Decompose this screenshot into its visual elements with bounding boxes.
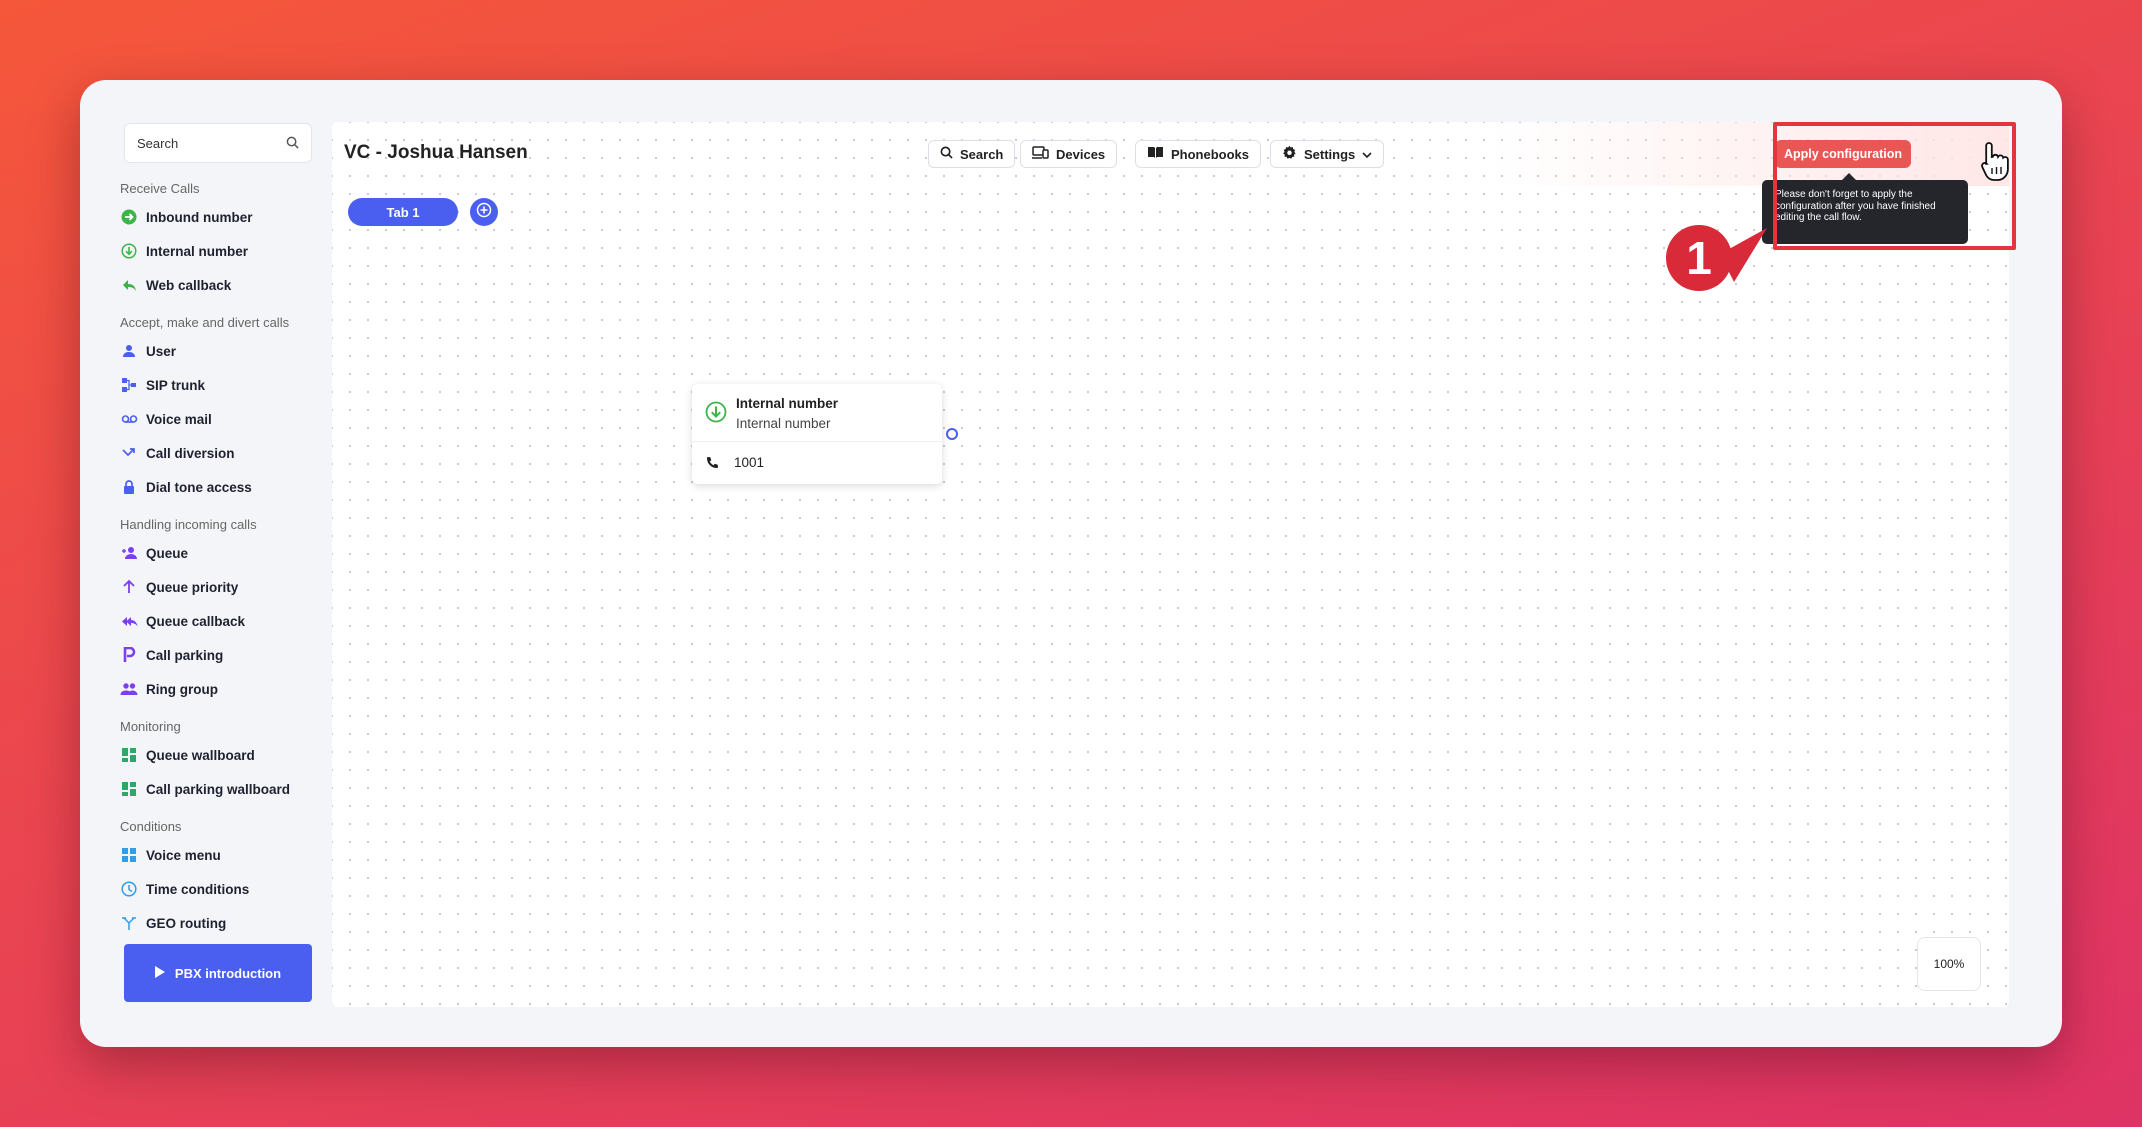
- node-title: Internal number: [736, 396, 839, 411]
- internal-number-icon: [705, 401, 727, 428]
- wallboard-icon: [120, 746, 138, 764]
- phonebooks-button[interactable]: Phonebooks: [1135, 140, 1262, 168]
- arrow-up-icon: [120, 578, 138, 596]
- sidebar-item-sip-trunk[interactable]: SIP trunk: [120, 368, 320, 402]
- section-title: Monitoring: [120, 719, 181, 734]
- sidebar-item-label: GEO routing: [146, 915, 227, 931]
- lock-icon: [120, 478, 138, 496]
- page-title: VC - Joshua Hansen: [344, 142, 528, 163]
- clock-icon: [120, 880, 138, 898]
- sidebar-item-label: Queue callback: [146, 613, 246, 629]
- sidebar-item-call-parking-wallboard[interactable]: Call parking wallboard: [120, 772, 320, 806]
- sidebar-item-voice-mail[interactable]: Voice mail: [120, 402, 320, 436]
- search-label: Search: [960, 146, 1004, 162]
- section-title: Accept, make and divert calls: [120, 315, 290, 330]
- sidebar-item-label: Voice menu: [146, 847, 221, 863]
- section-title: Conditions: [120, 819, 182, 834]
- sidebar-item-label: Voice mail: [146, 411, 212, 427]
- search-icon: [286, 136, 299, 152]
- sidebar-search-input[interactable]: Search: [124, 123, 312, 163]
- sidebar-item-label: SIP trunk: [146, 377, 206, 393]
- sidebar-item-label: Call parking: [146, 647, 224, 663]
- gear-icon: [1282, 145, 1297, 163]
- sidebar-item-label: Queue priority: [146, 579, 239, 595]
- wallboard-icon: [120, 780, 138, 798]
- inbound-icon: [120, 208, 138, 226]
- sidebar-item-web-callback[interactable]: Web callback: [120, 268, 320, 302]
- sidebar-item-label: Dial tone access: [146, 479, 252, 495]
- sidebar-item-dial-tone-access[interactable]: Dial tone access: [120, 470, 320, 504]
- sidebar-item-user[interactable]: User: [120, 334, 320, 368]
- callout-number: 1: [1686, 232, 1712, 284]
- zoom-level[interactable]: 100%: [1917, 937, 1981, 991]
- sidebar-search-placeholder: Search: [137, 136, 179, 151]
- sidebar-item-queue-callback[interactable]: Queue callback: [120, 604, 320, 638]
- sidebar-item-label: Inbound number: [146, 209, 253, 225]
- user-icon: [120, 342, 138, 360]
- pbx-introduction-label: PBX introduction: [174, 965, 282, 981]
- sidebar-item-label: User: [146, 343, 177, 359]
- queue-icon: [120, 544, 138, 562]
- play-icon: [154, 965, 165, 981]
- sidebar-item-queue-priority[interactable]: Queue priority: [120, 570, 320, 604]
- section-title: Handling incoming calls: [120, 517, 257, 532]
- sidebar-item-voice-menu[interactable]: Voice menu: [120, 838, 320, 872]
- parking-icon: [120, 646, 138, 664]
- call-diversion-icon: [120, 444, 138, 462]
- sidebar-item-geo-routing[interactable]: GEO routing: [120, 906, 320, 940]
- phonebooks-label: Phonebooks: [1171, 146, 1250, 162]
- add-tab-button[interactable]: [470, 198, 498, 226]
- node-body: 1001: [692, 442, 942, 484]
- voice-menu-icon: [120, 846, 138, 864]
- search-button[interactable]: Search: [928, 140, 1016, 168]
- sidebar-item-call-diversion[interactable]: Call diversion: [120, 436, 320, 470]
- queue-callback-icon: [120, 612, 138, 630]
- sidebar-item-label: Call parking wallboard: [146, 781, 291, 797]
- node-header: Internal number Internal number: [692, 384, 942, 442]
- sidebar-item-label: Time conditions: [146, 881, 250, 897]
- devices-icon: [1032, 146, 1049, 162]
- sidebar-item-label: Call diversion: [146, 445, 235, 461]
- sidebar-item-label: Queue wallboard: [146, 747, 255, 763]
- voicemail-icon: [120, 410, 138, 428]
- chevron-down-icon: [1362, 147, 1372, 162]
- sidebar-item-label: Web callback: [146, 277, 232, 293]
- plus-circle-icon: [476, 202, 492, 223]
- sidebar: Search Receive Calls Inbound number Inte…: [80, 80, 320, 1047]
- internal-number-node[interactable]: Internal number Internal number 1001: [692, 384, 942, 484]
- sidebar-item-label: Internal number: [146, 243, 249, 259]
- tab-1[interactable]: Tab 1: [348, 198, 458, 226]
- node-subtitle: Internal number: [736, 416, 831, 431]
- sidebar-item-label: Ring group: [146, 681, 218, 697]
- group-icon: [120, 680, 138, 698]
- settings-label: Settings: [1304, 146, 1356, 162]
- sidebar-item-internal-number[interactable]: Internal number: [120, 234, 320, 268]
- sidebar-item-inbound-number[interactable]: Inbound number: [120, 200, 320, 234]
- sip-trunk-icon: [120, 376, 138, 394]
- sidebar-item-label: Queue: [146, 545, 189, 561]
- sidebar-item-queue[interactable]: Queue: [120, 536, 320, 570]
- section-title: Receive Calls: [120, 181, 200, 196]
- node-number: 1001: [734, 455, 765, 470]
- devices-button[interactable]: Devices: [1020, 140, 1118, 168]
- search-icon: [940, 146, 953, 162]
- sidebar-item-call-parking[interactable]: Call parking: [120, 638, 320, 672]
- phonebook-icon: [1147, 146, 1164, 162]
- internal-number-icon: [120, 242, 138, 260]
- hand-cursor-icon: [1981, 142, 2009, 181]
- geo-routing-icon: [120, 914, 138, 932]
- settings-dropdown[interactable]: Settings: [1270, 140, 1385, 168]
- phone-icon: [705, 456, 719, 475]
- pbx-introduction-button[interactable]: PBX introduction: [124, 944, 312, 1002]
- sidebar-list: Receive Calls Inbound number Internal nu…: [120, 174, 320, 940]
- node-output-port[interactable]: [946, 428, 958, 440]
- devices-label: Devices: [1056, 146, 1106, 162]
- sidebar-item-time-conditions[interactable]: Time conditions: [120, 872, 320, 906]
- reply-icon: [120, 276, 138, 294]
- sidebar-item-ring-group[interactable]: Ring group: [120, 672, 320, 706]
- sidebar-item-queue-wallboard[interactable]: Queue wallboard: [120, 738, 320, 772]
